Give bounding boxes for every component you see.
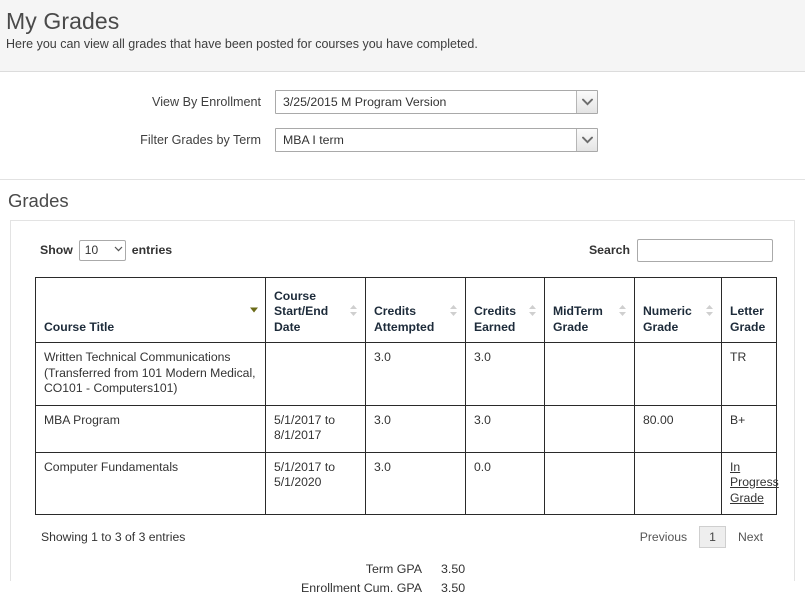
cell-course-title: MBA Program: [35, 405, 266, 453]
table-footer: Showing 1 to 3 of 3 entries Previous 1 N…: [34, 524, 774, 550]
grades-table-head: Course Title Course Start/End Date Credits…: [35, 277, 777, 343]
column-header-label: Numeric Grade: [643, 304, 692, 334]
in-progress-grade-link[interactable]: In Progress Grade: [730, 460, 779, 505]
gpa-value: 3.50: [441, 581, 466, 593]
column-header-label: Course Start/End Date: [274, 288, 329, 334]
cell-numeric-grade: 80.00: [634, 405, 722, 453]
cell-credits-earned: 3.0: [465, 405, 545, 453]
page-header: My Grades Here you can view all grades t…: [0, 0, 805, 72]
cell-midterm-grade: [544, 405, 635, 453]
cell-credits-earned: 0.0: [465, 452, 545, 515]
enrollment-filter-label: View By Enrollment: [152, 95, 261, 109]
cell-midterm-grade: [544, 342, 635, 406]
enrollment-select-wrapper[interactable]: 3/25/2015 M Program Version: [275, 90, 598, 114]
column-header-letter-grade[interactable]: Letter Grade: [721, 277, 777, 343]
cell-credits-attempted: 3.0: [365, 405, 466, 453]
page-subtitle: Here you can view all grades that have b…: [6, 37, 478, 51]
gpa-row: Enrollment Cum. GPA 3.50: [35, 581, 774, 593]
show-entries-control: Show 102550100 entries: [40, 239, 173, 261]
column-header-label: MidTerm Grade: [553, 304, 603, 334]
cell-numeric-grade: [634, 342, 722, 406]
sort-both-icon: [705, 304, 715, 316]
term-select-wrapper[interactable]: MBA I term: [275, 128, 598, 152]
search-control: Search: [588, 238, 773, 262]
gpa-row: Term GPA 3.50: [35, 562, 774, 576]
grades-panel: Show 102550100 entries Search Course Tit…: [10, 220, 795, 593]
grades-table-body: Written Technical Communications (Transf…: [35, 342, 779, 515]
cell-letter-grade[interactable]: In Progress Grade: [722, 452, 779, 515]
column-header-label: Credits Earned: [474, 304, 516, 334]
column-header-label: Credits Attempted: [374, 304, 435, 334]
cell-credits-earned: 3.0: [465, 342, 545, 406]
sort-both-icon: [449, 304, 459, 316]
column-header-credits-attempted[interactable]: Credits Attempted: [365, 277, 466, 343]
pagination: Previous 1 Next: [631, 526, 772, 548]
gpa-summary: Term GPA 3.50 Enrollment Cum. GPA 3.50: [34, 562, 774, 593]
entries-label: entries: [131, 243, 173, 257]
table-row: Written Technical Communications (Transf…: [35, 342, 777, 406]
cell-course-start-end-date: [265, 342, 366, 406]
gpa-label: Enrollment Cum. GPA: [301, 581, 422, 593]
column-header-course-start-end-date[interactable]: Course Start/End Date: [265, 277, 366, 343]
show-label: Show: [40, 243, 73, 257]
cell-credits-attempted: 3.0: [365, 342, 466, 406]
column-header-numeric-grade[interactable]: Numeric Grade: [634, 277, 722, 343]
sort-both-icon: [528, 304, 538, 316]
page-length-wrapper[interactable]: 102550100: [78, 239, 126, 261]
enrollment-select[interactable]: 3/25/2015 M Program Version: [275, 90, 598, 114]
search-label: Search: [588, 243, 630, 257]
term-filter-label: Filter Grades by Term: [140, 133, 261, 147]
gpa-value: 3.50: [441, 562, 466, 576]
cell-letter-grade: B+: [721, 405, 777, 453]
cell-course-title: Written Technical Communications (Transf…: [35, 342, 266, 406]
previous-page-button[interactable]: Previous: [631, 527, 696, 547]
column-header-midterm-grade[interactable]: MidTerm Grade: [544, 277, 635, 343]
table-row: MBA Program 5/1/2017 to 8/1/2017 3.0 3.0 80.…: [35, 405, 777, 453]
term-filter-row: Filter Grades by Term MBA I term: [0, 128, 805, 152]
cell-course-start-end-date: 5/1/2017 to 5/1/2020: [265, 452, 366, 515]
gpa-label: Term GPA: [365, 562, 422, 576]
cell-letter-grade: TR: [721, 342, 777, 406]
table-info: Showing 1 to 3 of 3 entries: [41, 530, 186, 544]
filters-section: View By Enrollment 3/25/2015 M Program V…: [0, 72, 805, 180]
cell-course-start-end-date: 5/1/2017 to 8/1/2017: [265, 405, 366, 453]
column-header-credits-earned[interactable]: Credits Earned: [465, 277, 545, 343]
grades-section-title: Grades: [8, 190, 69, 211]
cell-credits-attempted: 3.0: [365, 452, 466, 515]
page-length-select[interactable]: 102550100: [78, 239, 126, 261]
sort-both-icon: [618, 304, 628, 316]
page-number-button-1[interactable]: 1: [699, 526, 726, 548]
cell-course-title: Computer Fundamentals: [35, 452, 266, 515]
table-controls: Show 102550100 entries Search: [34, 235, 774, 265]
cell-numeric-grade: [634, 452, 722, 515]
page-title: My Grades: [6, 8, 120, 34]
column-header-course-title[interactable]: Course Title: [35, 277, 266, 343]
enrollment-filter-row: View By Enrollment 3/25/2015 M Program V…: [0, 90, 805, 114]
column-header-label: Course Title: [44, 319, 115, 334]
grades-header-row: Course Title Course Start/End Date Credits…: [35, 277, 777, 343]
search-input[interactable]: [637, 238, 773, 262]
next-page-button[interactable]: Next: [729, 527, 772, 547]
term-select[interactable]: MBA I term: [275, 128, 598, 152]
column-header-label: Letter Grade: [730, 304, 766, 334]
table-row: Computer Fundamentals 5/1/2017 to 5/1/202…: [35, 452, 779, 515]
grades-table: Course Title Course Start/End Date Credits…: [35, 277, 779, 515]
cell-midterm-grade: [544, 452, 635, 515]
sort-both-icon: [349, 304, 359, 316]
sort-desc-icon: [249, 304, 259, 316]
